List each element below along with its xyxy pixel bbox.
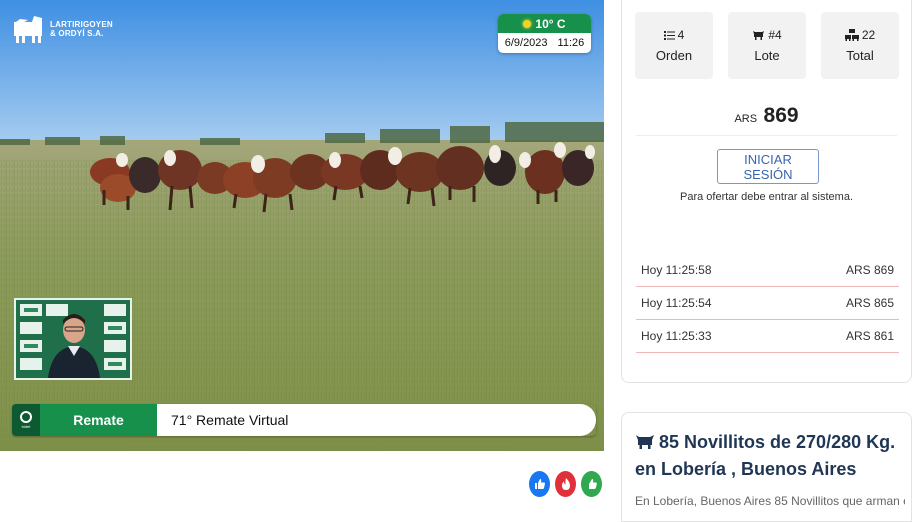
broadcaster-logo: LARTIRIGOYEN & ORDYÍ S.A. xyxy=(12,14,113,44)
lot-title-text: 85 Novillitos de 270/280 Kg. en Lobería … xyxy=(635,432,896,479)
fire-icon xyxy=(561,478,570,490)
fire-reaction-button[interactable] xyxy=(555,471,576,497)
bid-history: Hoy 11:25:58 ARS 869 Hoy 11:25:54 ARS 86… xyxy=(636,254,899,353)
bid-amount: ARS 865 xyxy=(845,296,894,310)
stat-lote: #4 Lote xyxy=(728,12,806,79)
stat-orden: 4 Orden xyxy=(635,12,713,79)
stat-orden-label: Orden xyxy=(655,48,693,63)
broadcast-time: 11:26 xyxy=(557,37,585,49)
stat-total: 22 Total xyxy=(821,12,899,79)
lot-info-card: 85 Novillitos de 270/280 Kg. en Lobería … xyxy=(621,412,912,522)
reaction-bar xyxy=(529,471,602,497)
cattle-field-video-frame xyxy=(0,0,604,451)
thumb-reaction-button[interactable] xyxy=(581,471,602,497)
bid-amount: ARS 861 xyxy=(845,329,894,343)
lot-title: 85 Novillitos de 270/280 Kg. en Lobería … xyxy=(635,429,900,483)
temperature: 10° C xyxy=(535,16,566,31)
weather-datetime: 6/9/2023 11:26 xyxy=(498,33,591,53)
lot-description: En Lobería, Buenos Aires 85 Novillitos q… xyxy=(635,494,905,508)
weather-widget: 10° C 6/9/2023 11:26 xyxy=(498,14,591,53)
presenter-image xyxy=(16,300,130,378)
price-currency: ARS xyxy=(734,113,758,125)
bid-history-row: Hoy 11:25:54 ARS 865 xyxy=(636,287,899,320)
bid-history-row: Hoy 11:25:33 ARS 861 xyxy=(636,320,899,353)
price-value: 869 xyxy=(763,104,799,127)
login-note: Para ofertar debe entrar al sistema. xyxy=(679,191,854,203)
bidet-logo: bidet xyxy=(12,404,40,436)
cow-icon xyxy=(753,31,765,40)
price-divider xyxy=(636,135,897,136)
cow-icon xyxy=(636,435,654,449)
login-button[interactable]: INICIAR SESIÓN xyxy=(717,149,819,184)
stat-lote-label: Lote xyxy=(754,48,780,63)
bid-time: Hoy 11:25:58 xyxy=(641,263,712,277)
lower-third-title: 71° Remate Virtual xyxy=(157,404,596,436)
current-price: ARS 869 xyxy=(622,104,911,128)
logo-line-1: LARTIRIGOYEN xyxy=(50,20,113,29)
stat-orden-value: 4 xyxy=(677,28,685,42)
like-reaction-button[interactable] xyxy=(529,471,550,497)
bid-amount: ARS 869 xyxy=(845,263,894,277)
weather-temperature-bar: 10° C xyxy=(498,14,591,33)
logo-line-2: & ORDYÍ S.A. xyxy=(50,29,104,38)
bidet-logo-icon xyxy=(20,411,32,423)
bid-history-row: Hoy 11:25:58 ARS 869 xyxy=(636,254,899,287)
lower-third-label: Remate xyxy=(40,404,157,436)
bid-panel: 4 Orden #4 Lote 22 Total ARS 869 INICIAR… xyxy=(621,0,912,383)
like-icon xyxy=(534,479,545,489)
bid-time: Hoy 11:25:33 xyxy=(641,329,712,343)
stat-total-label: Total xyxy=(846,48,874,63)
presenter-pip-video xyxy=(14,298,132,380)
live-video-player[interactable]: LARTIRIGOYEN & ORDYÍ S.A. 10° C 6/9/2023… xyxy=(0,0,604,451)
sun-icon xyxy=(523,19,532,28)
bull-logo-icon xyxy=(14,16,42,43)
bid-time: Hoy 11:25:54 xyxy=(641,296,712,310)
lower-third-banner: bidet Remate 71° Remate Virtual xyxy=(12,404,596,436)
list-icon xyxy=(663,30,675,40)
stat-total-value: 22 xyxy=(861,28,876,42)
stat-lote-value: #4 xyxy=(768,28,782,42)
herd-icon xyxy=(844,29,859,41)
broadcast-date: 6/9/2023 xyxy=(504,37,548,49)
bidet-logo-text: bidet xyxy=(21,424,31,429)
thumb-icon xyxy=(588,479,597,489)
